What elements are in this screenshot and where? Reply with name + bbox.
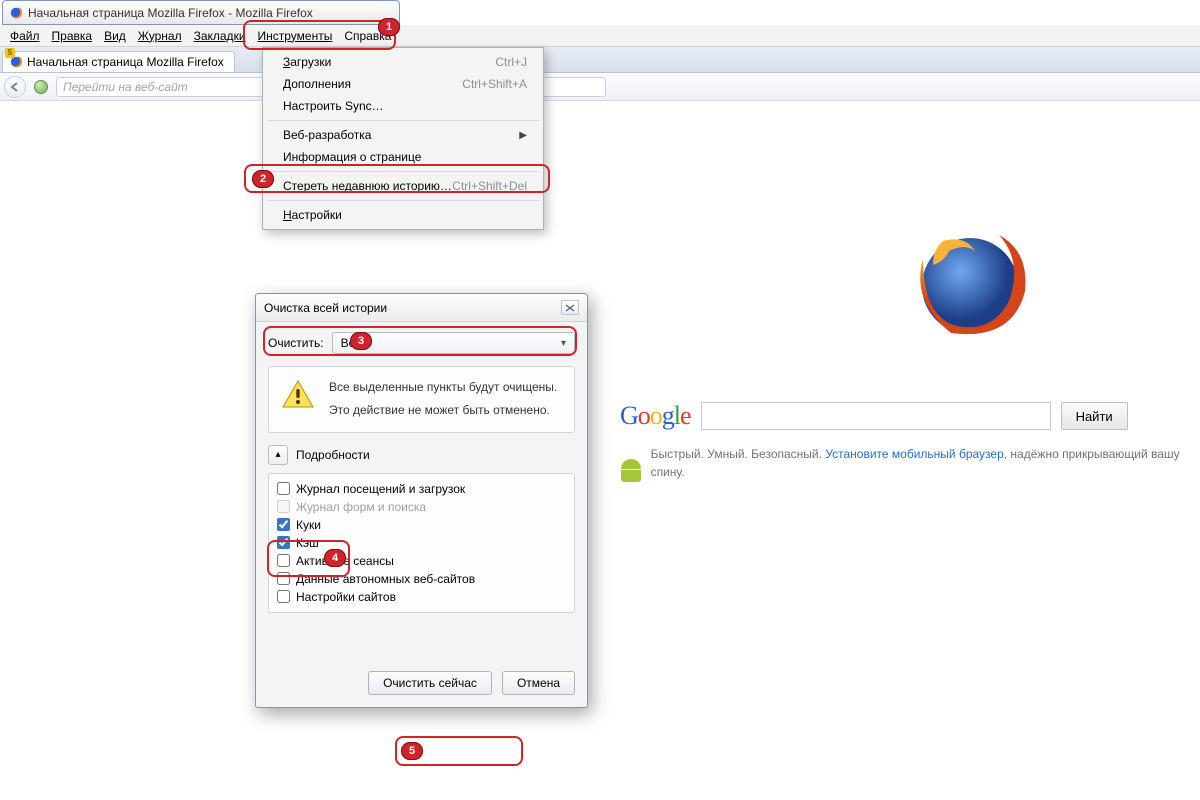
clear-now-button[interactable]: Очистить сейчас (368, 671, 492, 695)
callout-num-3: 3 (350, 332, 372, 350)
chevron-down-icon: ▾ (561, 338, 566, 349)
warning-line1: Все выделенные пункты будут очищены. (329, 379, 557, 396)
back-button[interactable] (4, 76, 26, 98)
warning-line2: Это действие не может быть отменено. (329, 402, 557, 419)
close-button[interactable] (561, 300, 579, 315)
window-title: Начальная страница Mozilla Firefox - Moz… (28, 6, 313, 20)
close-icon (565, 304, 575, 312)
menu-downloads[interactable]: ЗЗагрузкиагрузкиCtrl+J (265, 51, 541, 73)
menu-bookmarks[interactable]: Закладки (188, 27, 252, 45)
menu-webdev[interactable]: Веб-разработка▶ (265, 124, 541, 146)
promo-text: Быстрый. Умный. Безопасный. Установите м… (651, 445, 1180, 481)
dialog-title: Очистка всей истории (264, 301, 387, 315)
chk-forms: Журнал форм и поиска (277, 498, 566, 516)
menu-history[interactable]: Журнал (132, 27, 188, 45)
chevron-right-icon: ▶ (519, 130, 527, 141)
warning-box: Все выделенные пункты будут очищены. Это… (268, 366, 575, 433)
window-titlebar: Начальная страница Mozilla Firefox - Moz… (2, 0, 400, 25)
menu-tools[interactable]: Инструменты (252, 27, 339, 45)
warning-icon (281, 379, 315, 409)
chk-sessions[interactable]: Активные сеансы (277, 552, 566, 570)
chk-visits[interactable]: Журнал посещений и загрузок (277, 480, 566, 498)
chk-cookies[interactable]: Куки (277, 516, 566, 534)
callout-num-2: 2 (252, 170, 274, 188)
search-input[interactable] (701, 402, 1051, 430)
promo-link[interactable]: Установите мобильный браузер (825, 447, 1003, 461)
tabbar: 5 Начальная страница Mozilla Firefox (0, 47, 1200, 73)
tools-dropdown: ЗЗагрузкиагрузкиCtrl+J ДополненияCtrl+Sh… (262, 47, 544, 230)
chk-sitesettings[interactable]: Настройки сайтов (277, 588, 566, 606)
chk-offline[interactable]: Данные автономных веб-сайтов (277, 570, 566, 588)
menu-file[interactable]: Файл (4, 27, 46, 45)
android-icon (620, 459, 641, 483)
separator (267, 120, 539, 121)
chk-cache[interactable]: Кэш (277, 534, 566, 552)
search-button[interactable]: Найти (1061, 402, 1128, 430)
cancel-button[interactable]: Отмена (502, 671, 575, 695)
page-content: Google Найти Быстрый. Умный. Безопасный.… (0, 101, 1200, 800)
address-toolbar: Перейти на веб-сайт (0, 73, 1200, 101)
google-logo: Google (620, 401, 691, 431)
browser-tab[interactable]: 5 Начальная страница Mozilla Firefox (2, 51, 235, 72)
callout-num-1: 1 (378, 18, 400, 36)
menu-edit[interactable]: Правка (46, 27, 99, 45)
menu-sync[interactable]: Настроить Sync… (265, 95, 541, 117)
details-toggle[interactable]: ▴ (268, 445, 288, 465)
dialog-titlebar: Очистка всей истории (256, 294, 587, 322)
chevron-up-icon: ▴ (275, 449, 280, 460)
tab-badge: 5 (5, 48, 15, 58)
globe-icon (34, 80, 48, 94)
menu-clear-history[interactable]: Стереть недавнюю историю…Стереть недавню… (265, 175, 541, 197)
search-row: Google Найти (620, 401, 1180, 431)
callout-num-5: 5 (401, 742, 423, 760)
details-list: Журнал посещений и загрузок Журнал форм … (268, 473, 575, 613)
callout-num-4: 4 (324, 549, 346, 567)
arrow-left-icon (10, 82, 20, 92)
menubar: Файл Правка Вид Журнал Закладки Инструме… (0, 25, 1200, 47)
clear-range-label: Очистить: (268, 336, 324, 350)
tab-title: Начальная страница Mozilla Firefox (27, 55, 224, 69)
separator (267, 200, 539, 201)
firefox-icon (9, 6, 23, 20)
menu-pageinfo[interactable]: Информация о странице (265, 146, 541, 168)
separator (267, 171, 539, 172)
clear-history-dialog: Очистка всей истории Очистить: Всё ▾ Все… (255, 293, 588, 708)
menu-view[interactable]: Вид (98, 27, 132, 45)
menu-addons[interactable]: ДополненияCtrl+Shift+A (265, 73, 541, 95)
menu-settings[interactable]: НастройкиНастройки (265, 204, 541, 226)
firefox-logo (905, 221, 1035, 351)
details-label: Подробности (296, 448, 370, 462)
